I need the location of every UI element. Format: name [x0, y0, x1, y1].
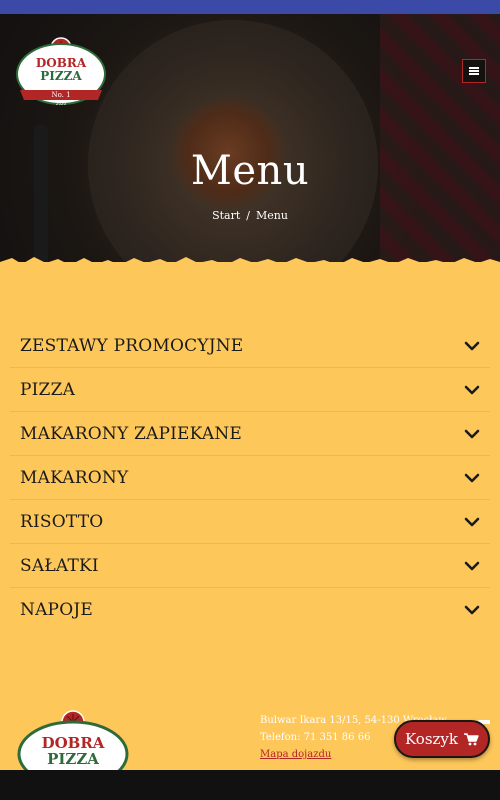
breadcrumb: Start / Menu: [0, 209, 500, 222]
footer-brand-logo[interactable]: DOBRA PIZZA: [16, 708, 130, 778]
cart-icon: [464, 732, 479, 745]
category-label: MAKARONY ZAPIEKANE: [20, 423, 243, 444]
category-row-makarony-zapiekane[interactable]: MAKARONY ZAPIEKANE: [10, 412, 490, 456]
logo-text-line2: PIZZA: [40, 69, 82, 83]
category-label: PIZZA: [20, 379, 76, 400]
chevron-down-icon: [464, 605, 480, 615]
category-row-makarony[interactable]: MAKARONY: [10, 456, 490, 500]
chevron-down-icon: [464, 385, 480, 394]
map-link[interactable]: Mapa dojazdu: [260, 749, 331, 760]
category-row-pizza[interactable]: PIZZA: [10, 368, 490, 412]
logo-year: 2020: [56, 101, 67, 106]
chevron-down-icon: [464, 341, 480, 350]
category-label: NAPOJE: [20, 600, 93, 620]
category-row-risotto[interactable]: RISOTTO: [10, 500, 490, 544]
brand-logo[interactable]: DOBRA PIZZA No. 1 2020: [12, 34, 110, 106]
menu-toggle-button[interactable]: [462, 59, 486, 83]
hero-cloth-image: [380, 14, 500, 262]
cart-button[interactable]: Koszyk: [394, 720, 490, 758]
breadcrumb-separator: /: [246, 209, 250, 222]
chevron-down-icon: [464, 473, 480, 482]
torn-paper-edge: [0, 257, 500, 270]
logo-badge: No. 1: [51, 91, 70, 99]
bottom-bar: [0, 770, 500, 800]
breadcrumb-current: Menu: [255, 209, 288, 222]
category-row-salatki[interactable]: SAŁATKI: [10, 544, 490, 588]
footer-logo-text-line2: PIZZA: [47, 750, 99, 768]
chevron-down-icon: [464, 517, 480, 526]
breadcrumb-home-link[interactable]: Start: [212, 209, 240, 222]
category-row-napoje[interactable]: NAPOJE: [10, 588, 490, 632]
cart-label: Koszyk: [405, 730, 458, 748]
category-label: ZESTAWY PROMOCYJNE: [20, 335, 244, 356]
chevron-down-icon: [464, 429, 480, 438]
category-row-zestawy-promocyjne[interactable]: ZESTAWY PROMOCYJNE: [10, 324, 490, 368]
category-label: RISOTTO: [20, 511, 104, 532]
category-label: SAŁATKI: [20, 555, 99, 576]
menu-category-list: ZESTAWY PROMOCYJNE PIZZA MAKARONY ZAPIEK…: [10, 324, 490, 632]
hamburger-icon: [469, 67, 479, 75]
chevron-down-icon: [464, 561, 480, 570]
top-bar: [0, 0, 500, 14]
page-title: Menu: [190, 148, 310, 194]
logo-text-line1: DOBRA: [36, 56, 87, 70]
category-label: MAKARONY: [20, 467, 129, 488]
